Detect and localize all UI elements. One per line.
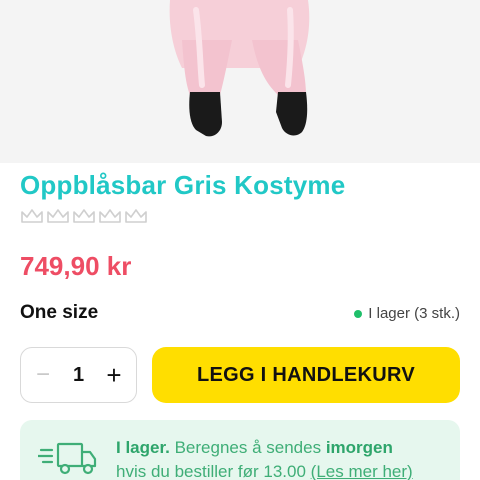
delivery-text-a: Beregnes å sendes [169, 438, 326, 457]
delivery-message: I lager. Beregnes å sendes imorgen hvis … [116, 436, 413, 480]
product-title: Oppblåsbar Gris Kostyme [20, 170, 346, 200]
crown-icon [46, 208, 70, 224]
stock-status: I lager (3 stk.) [354, 305, 460, 322]
crown-icon [20, 208, 44, 224]
size-label: One size [20, 302, 99, 323]
add-to-cart-button[interactable]: LEGG I HANDLEKURV [152, 347, 460, 403]
product-image[interactable] [0, 0, 480, 163]
delivery-text-b: hvis du bestiller før 13.00 [116, 462, 311, 480]
quantity-stepper: − 1 + [20, 347, 137, 403]
stock-text: I lager (3 stk.) [368, 305, 460, 322]
read-more-link[interactable]: (Les mer her) [311, 462, 413, 480]
increase-quantity-button[interactable]: + [106, 362, 122, 388]
crown-icon [72, 208, 96, 224]
delivery-status: I lager. [116, 438, 170, 457]
delivery-info: I lager. Beregnes å sendes imorgen hvis … [20, 420, 460, 480]
product-price: 749,90 kr [20, 251, 132, 281]
crown-icon [124, 208, 148, 224]
crown-icon [98, 208, 122, 224]
delivery-truck-icon [36, 438, 98, 480]
quantity-value[interactable]: 1 [73, 364, 84, 387]
decrease-quantity-button[interactable]: − [35, 363, 51, 387]
rating-stars[interactable] [20, 208, 148, 224]
delivery-day: imorgen [325, 438, 393, 457]
stock-dot-icon [354, 309, 363, 318]
